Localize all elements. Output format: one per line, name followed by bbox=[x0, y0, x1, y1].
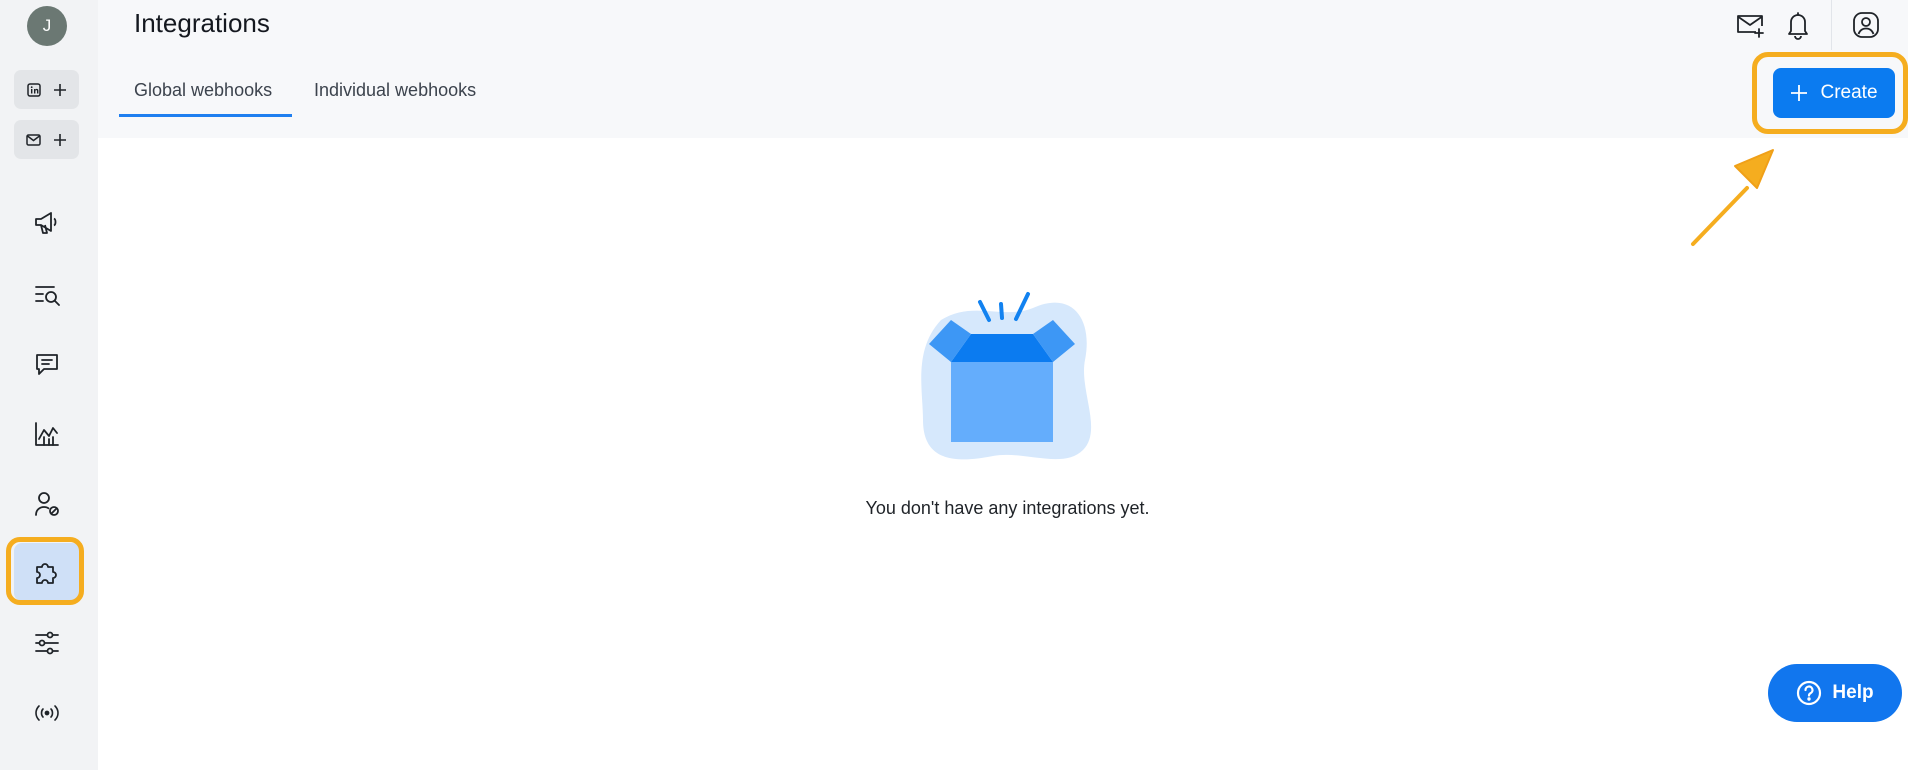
open-box-icon bbox=[921, 292, 1092, 460]
chart-icon bbox=[35, 422, 59, 446]
header-divider bbox=[1831, 0, 1832, 50]
tab-individual-webhooks[interactable]: Individual webhooks bbox=[314, 80, 476, 101]
sliders-icon bbox=[35, 631, 59, 655]
question-icon bbox=[1797, 680, 1822, 706]
plus-icon bbox=[1791, 85, 1808, 101]
highlight-ring-integrations bbox=[6, 537, 84, 605]
avatar-initial: J bbox=[42, 16, 52, 35]
page-title: Integrations bbox=[134, 8, 270, 38]
create-button-label: Create bbox=[1820, 82, 1878, 103]
plus-icon bbox=[54, 133, 66, 146]
add-email-account-button[interactable] bbox=[14, 120, 79, 159]
sidebar-item-search[interactable] bbox=[14, 265, 80, 323]
sidebar-item-broadcast[interactable] bbox=[14, 684, 80, 742]
sidebar-item-analytics[interactable] bbox=[14, 405, 80, 463]
help-button-label: Help bbox=[1832, 682, 1874, 703]
megaphone-icon bbox=[35, 212, 57, 234]
signal-icon bbox=[35, 705, 59, 721]
tab-label: Individual webhooks bbox=[314, 80, 477, 100]
sidebar-item-messages[interactable] bbox=[14, 335, 80, 393]
sidebar: J bbox=[0, 0, 98, 770]
profile-icon[interactable] bbox=[1851, 10, 1881, 40]
bell-icon[interactable] bbox=[1784, 10, 1812, 40]
add-linkedin-account-button[interactable] bbox=[14, 70, 79, 109]
list-search-icon bbox=[35, 286, 60, 306]
tab-global-webhooks[interactable]: Global webhooks bbox=[134, 80, 272, 101]
sidebar-item-campaigns[interactable] bbox=[14, 194, 80, 252]
avatar[interactable]: J bbox=[27, 6, 67, 46]
chat-icon bbox=[36, 354, 58, 375]
linkedin-icon bbox=[26, 82, 41, 97]
active-tab-indicator bbox=[119, 114, 292, 117]
annotation-arrow bbox=[1689, 149, 1774, 248]
help-button[interactable]: Help bbox=[1768, 664, 1902, 722]
sidebar-item-settings[interactable] bbox=[14, 614, 80, 672]
mail-icon bbox=[26, 133, 41, 146]
empty-state-message: You don't have any integrations yet. bbox=[865, 498, 1150, 518]
create-button[interactable]: Create bbox=[1773, 68, 1895, 118]
mail-plus-icon[interactable] bbox=[1735, 10, 1765, 40]
header: Integrations Global webhooks Individual … bbox=[98, 0, 1908, 138]
tab-label: Global webhooks bbox=[134, 80, 273, 100]
plus-icon bbox=[53, 83, 66, 96]
